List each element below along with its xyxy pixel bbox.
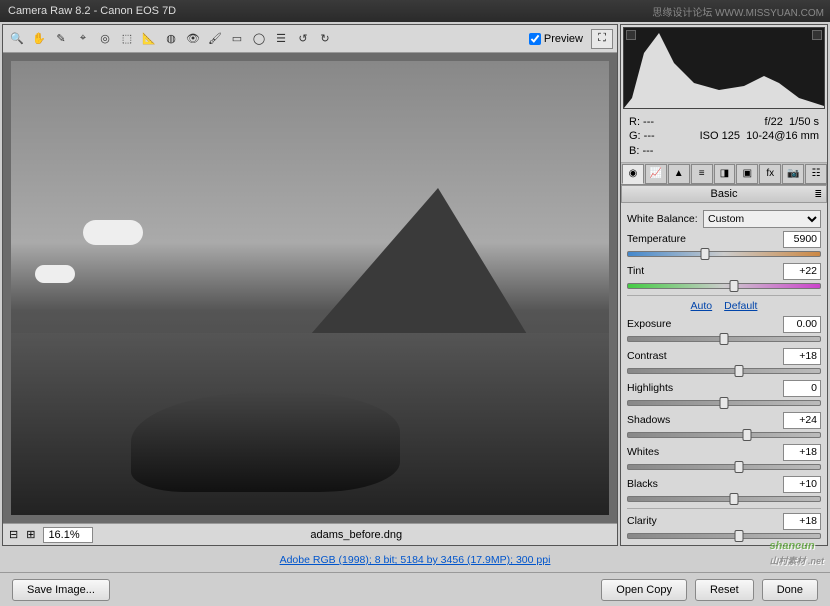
tab-basic-icon[interactable]: ◉ (622, 164, 644, 184)
watermark-shancun: shancun山村素材 .net (769, 533, 824, 567)
image-preview-area[interactable] (3, 53, 617, 523)
panel-header: Basic ≣ (621, 185, 827, 203)
status-bar: ⊟ ⊞ 16.1% adams_before.dng (3, 523, 617, 545)
preview-checkbox[interactable]: Preview (529, 33, 583, 45)
temp-label: Temperature (627, 233, 699, 245)
tab-fx-icon[interactable]: fx (759, 164, 781, 184)
window-title: Camera Raw 8.2 - Canon EOS 7D (8, 5, 176, 17)
tint-slider[interactable] (627, 283, 821, 289)
workflow-options-link[interactable]: Adobe RGB (1998); 8 bit; 5184 by 3456 (1… (0, 548, 830, 572)
tab-lens-icon[interactable]: ▣ (736, 164, 758, 184)
zoom-out-icon[interactable]: ⊟ (9, 528, 18, 541)
graduated-filter-icon[interactable]: ▭ (227, 29, 247, 49)
default-link[interactable]: Default (724, 300, 757, 312)
whites-input[interactable] (783, 444, 821, 461)
auto-link[interactable]: Auto (691, 300, 713, 312)
shadows-slider[interactable] (627, 432, 821, 438)
zoom-tool-icon[interactable]: 🔍 (7, 29, 27, 49)
info-r: R: --- (629, 115, 655, 129)
highlights-input[interactable] (783, 380, 821, 397)
zoom-in-icon[interactable]: ⊞ (26, 528, 35, 541)
eyedropper-icon[interactable]: ✎ (51, 29, 71, 49)
white-balance-select[interactable]: Custom (703, 210, 821, 228)
tab-split-icon[interactable]: ◨ (714, 164, 736, 184)
fullscreen-button-icon[interactable]: ⛶ (591, 29, 613, 49)
preview-checkbox-input[interactable] (529, 33, 541, 45)
panel-tab-strip: ◉ 📈 ▲ ≡ ◨ ▣ fx 📷 ☷ (621, 163, 827, 185)
tab-presets-icon[interactable]: ☷ (805, 164, 827, 184)
rotate-ccw-icon[interactable]: ↺ (293, 29, 313, 49)
info-b: B: --- (629, 144, 655, 158)
hand-tool-icon[interactable]: ✋ (29, 29, 49, 49)
highlights-slider[interactable] (627, 400, 821, 406)
adjustment-brush-icon[interactable]: 🖌 (205, 29, 225, 49)
redeye-tool-icon[interactable]: 👁 (183, 29, 203, 49)
right-panel: R: --- G: --- B: --- f/22 1/50 s ISO 125… (620, 24, 828, 546)
info-g: G: --- (629, 129, 655, 143)
whites-slider[interactable] (627, 464, 821, 470)
save-image-button[interactable]: Save Image... (12, 579, 110, 601)
tab-detail-icon[interactable]: ▲ (668, 164, 690, 184)
wb-label: White Balance: (627, 213, 699, 225)
preferences-icon[interactable]: ☰ (271, 29, 291, 49)
exposure-slider[interactable] (627, 336, 821, 342)
tint-input[interactable] (783, 263, 821, 280)
histogram[interactable] (623, 27, 825, 109)
filename-label: adams_before.dng (101, 529, 611, 541)
basic-controls: White Balance: Custom Temperature Tint A… (621, 203, 827, 545)
spot-removal-icon[interactable]: ◍ (161, 29, 181, 49)
blacks-slider[interactable] (627, 496, 821, 502)
contrast-slider[interactable] (627, 368, 821, 374)
straighten-tool-icon[interactable]: 📐 (139, 29, 159, 49)
tool-toolbar: 🔍 ✋ ✎ ⌖ ◎ ⬚ 📐 ◍ 👁 🖌 ▭ ◯ ☰ ↺ ↻ Preview ⛶ (3, 25, 617, 53)
tab-hsl-icon[interactable]: ≡ (691, 164, 713, 184)
exif-info: R: --- G: --- B: --- f/22 1/50 s ISO 125… (621, 111, 827, 163)
shadows-input[interactable] (783, 412, 821, 429)
left-panel: 🔍 ✋ ✎ ⌖ ◎ ⬚ 📐 ◍ 👁 🖌 ▭ ◯ ☰ ↺ ↻ Preview ⛶ (2, 24, 618, 546)
exposure-input[interactable] (783, 316, 821, 333)
tab-camera-icon[interactable]: 📷 (782, 164, 804, 184)
histogram-curve (624, 28, 824, 108)
radial-filter-icon[interactable]: ◯ (249, 29, 269, 49)
blacks-input[interactable] (783, 476, 821, 493)
temperature-slider[interactable] (627, 251, 821, 257)
crop-tool-icon[interactable]: ⬚ (117, 29, 137, 49)
color-sampler-icon[interactable]: ⌖ (73, 29, 93, 49)
rotate-cw-icon[interactable]: ↻ (315, 29, 335, 49)
tab-curve-icon[interactable]: 📈 (645, 164, 667, 184)
temperature-input[interactable] (783, 231, 821, 248)
panel-menu-icon[interactable]: ≣ (814, 189, 822, 200)
zoom-level-select[interactable]: 16.1% (43, 527, 93, 543)
reset-button[interactable]: Reset (695, 579, 754, 601)
target-adjust-icon[interactable]: ◎ (95, 29, 115, 49)
open-copy-button[interactable]: Open Copy (601, 579, 687, 601)
watermark-top: 思缘设计论坛 WWW.MISSYUAN.COM (652, 4, 824, 19)
clarity-input[interactable] (783, 513, 821, 530)
bottom-button-bar: Save Image... Open Copy Reset Done (0, 572, 830, 606)
done-button[interactable]: Done (762, 579, 818, 601)
contrast-input[interactable] (783, 348, 821, 365)
tint-label: Tint (627, 265, 699, 277)
preview-image (11, 61, 609, 515)
